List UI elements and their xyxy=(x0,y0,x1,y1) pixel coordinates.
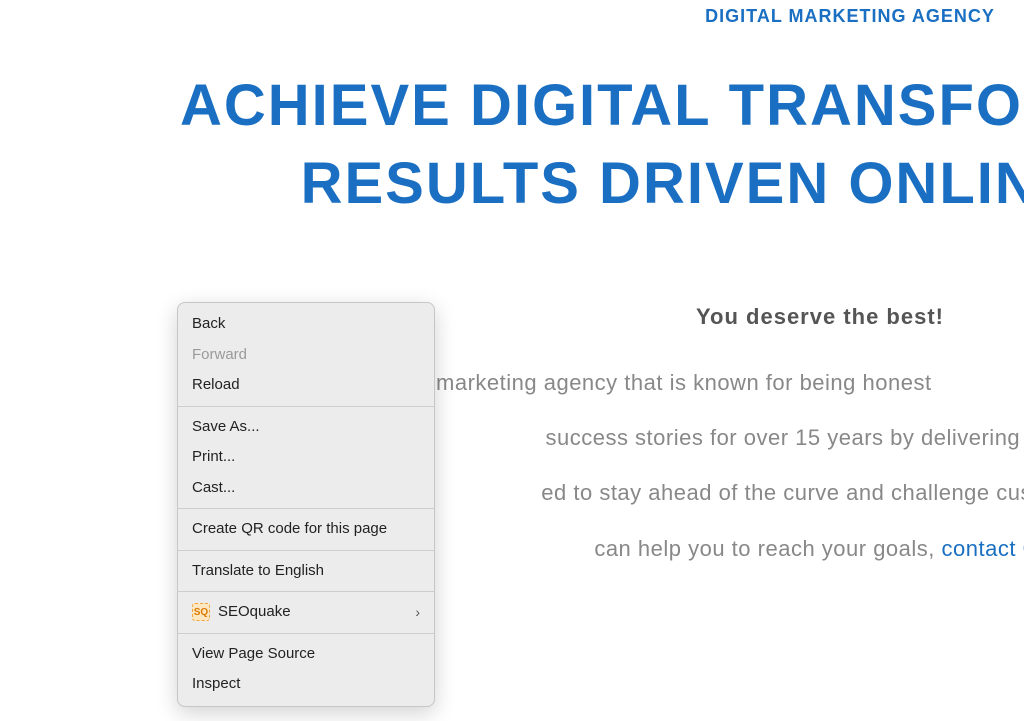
context-menu: Back Forward Reload Save As... Print... … xyxy=(177,302,435,707)
menu-divider xyxy=(178,508,434,509)
menu-create-qr[interactable]: Create QR code for this page xyxy=(178,514,434,545)
menu-seoquake-label: SEOquake xyxy=(218,601,291,624)
menu-divider xyxy=(178,550,434,551)
menu-print[interactable]: Print... xyxy=(178,442,434,473)
menu-cast[interactable]: Cast... xyxy=(178,473,434,504)
body-line-2-mid: success stories for over 15 years by del… xyxy=(545,425,1024,450)
headline-line-2: RESULTS DRIVEN ONLINE xyxy=(180,145,1024,223)
menu-translate[interactable]: Translate to English xyxy=(178,556,434,587)
page-content: DIGITAL MARKETING AGENCY ACHIEVE DIGITAL… xyxy=(0,0,1024,585)
headline-line-1: ACHIEVE DIGITAL TRANSFORMATION xyxy=(180,67,1024,145)
menu-forward: Forward xyxy=(178,340,434,371)
menu-reload[interactable]: Reload xyxy=(178,370,434,401)
menu-divider xyxy=(178,406,434,407)
main-headline: ACHIEVE DIGITAL TRANSFORMATION RESULTS D… xyxy=(0,67,1024,224)
menu-view-source[interactable]: View Page Source xyxy=(178,639,434,670)
chevron-right-icon: › xyxy=(415,602,420,623)
contact-link[interactable]: contact Opa xyxy=(942,536,1024,561)
menu-divider xyxy=(178,591,434,592)
body-line-3-mid: ed to stay ahead of the curve and challe… xyxy=(541,480,1024,505)
tagline: DIGITAL MARKETING AGENCY xyxy=(500,6,1024,27)
subheading: You deserve the best! xyxy=(0,304,1024,330)
menu-save-as[interactable]: Save As... xyxy=(178,412,434,443)
body-line-4-pre: can help you to reach your goals, xyxy=(594,536,941,561)
seoquake-icon: SQ xyxy=(192,603,210,621)
menu-inspect[interactable]: Inspect xyxy=(178,669,434,700)
menu-divider xyxy=(178,633,434,634)
menu-back[interactable]: Back xyxy=(178,309,434,340)
menu-seoquake[interactable]: SQ SEOquake › xyxy=(178,597,434,628)
body-copy: digital marketing agency that is known f… xyxy=(0,364,1024,568)
